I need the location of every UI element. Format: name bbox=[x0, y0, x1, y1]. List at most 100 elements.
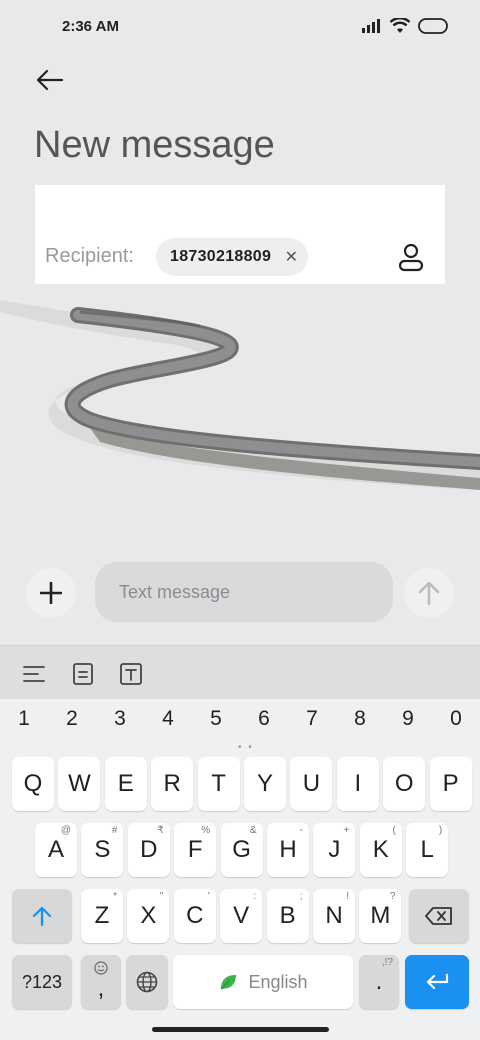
key-q-label: Q bbox=[23, 770, 43, 797]
key-p-label: P bbox=[442, 770, 459, 797]
key-z[interactable]: * Z bbox=[81, 889, 123, 943]
number-key-9[interactable]: 9 bbox=[384, 707, 432, 731]
number-key-0[interactable]: 0 bbox=[432, 707, 480, 731]
key-j-label: J bbox=[328, 836, 341, 863]
text-format-icon[interactable] bbox=[119, 662, 143, 686]
key-u-label: U bbox=[302, 770, 321, 797]
page-indicator-dots: • • bbox=[238, 742, 254, 753]
shift-arrow-icon bbox=[32, 906, 52, 927]
key-j-sup: + bbox=[343, 825, 350, 836]
key-r[interactable]: R bbox=[151, 757, 194, 811]
key-v-sup: : bbox=[253, 891, 257, 902]
home-indicator[interactable] bbox=[152, 1027, 329, 1032]
chip-close-icon[interactable]: ✕ bbox=[285, 247, 298, 267]
space-key-label: English bbox=[248, 971, 308, 992]
key-c-sup: ' bbox=[207, 891, 210, 902]
key-o[interactable]: O bbox=[383, 757, 426, 811]
key-n-label: N bbox=[325, 902, 343, 929]
key-c[interactable]: ' C bbox=[173, 889, 216, 943]
shift-key[interactable] bbox=[12, 889, 72, 943]
back-button[interactable] bbox=[30, 62, 70, 98]
language-key[interactable] bbox=[126, 955, 168, 1009]
globe-icon bbox=[136, 971, 158, 993]
page-title: New message bbox=[34, 124, 275, 166]
number-key-2[interactable]: 2 bbox=[48, 707, 96, 731]
key-b[interactable]: ; B bbox=[266, 889, 309, 943]
key-f[interactable]: % F bbox=[174, 823, 217, 877]
send-arrow-up-icon bbox=[418, 581, 440, 606]
key-y-label: Y bbox=[256, 770, 273, 797]
key-g-sup: & bbox=[249, 825, 257, 836]
key-z-label: Z bbox=[94, 902, 110, 929]
key-z-sup: * bbox=[113, 891, 117, 902]
recipient-label: Recipient: bbox=[45, 245, 134, 267]
wallpaper-road-image bbox=[0, 300, 480, 490]
text-message-placeholder: Text message bbox=[119, 582, 231, 602]
key-w[interactable]: W bbox=[58, 757, 101, 811]
key-g[interactable]: & G bbox=[220, 823, 263, 877]
key-n-sup: ! bbox=[346, 891, 349, 902]
comma-key-label: , bbox=[97, 975, 105, 1002]
comma-key[interactable]: , bbox=[81, 955, 121, 1009]
number-key-8[interactable]: 8 bbox=[336, 707, 384, 731]
text-message-input[interactable]: Text message bbox=[95, 562, 393, 622]
number-key-4[interactable]: 4 bbox=[144, 707, 192, 731]
key-e[interactable]: E bbox=[104, 757, 147, 811]
backspace-key[interactable] bbox=[409, 889, 469, 943]
add-attachment-button[interactable] bbox=[26, 568, 76, 618]
key-p[interactable]: P bbox=[429, 757, 472, 811]
enter-key[interactable] bbox=[405, 955, 469, 1009]
number-key-3[interactable]: 3 bbox=[96, 707, 144, 731]
key-c-label: C bbox=[186, 902, 204, 929]
key-a[interactable]: @ A bbox=[35, 823, 77, 877]
key-t[interactable]: T bbox=[197, 757, 240, 811]
key-x-sup: " bbox=[159, 891, 164, 902]
number-row: 1234567890 bbox=[0, 707, 480, 739]
backspace-icon bbox=[425, 907, 452, 925]
key-l[interactable]: ) L bbox=[406, 823, 449, 877]
key-v-label: V bbox=[233, 902, 250, 929]
key-d-sup: ₹ bbox=[157, 825, 164, 836]
battery-icon bbox=[418, 18, 448, 34]
plus-icon bbox=[40, 582, 62, 604]
space-key[interactable]: English bbox=[173, 955, 353, 1009]
back-arrow-icon bbox=[36, 69, 64, 91]
status-time: 2:36 AM bbox=[62, 18, 119, 35]
key-q[interactable]: Q bbox=[12, 757, 54, 811]
key-y[interactable]: Y bbox=[244, 757, 286, 811]
key-k[interactable]: (K bbox=[359, 823, 402, 877]
key-b-sup: ; bbox=[299, 891, 303, 902]
recipient-panel[interactable]: Recipient: 18730218809 ✕ bbox=[35, 185, 445, 284]
key-m-label: M bbox=[370, 902, 391, 929]
number-key-6[interactable]: 6 bbox=[240, 707, 288, 731]
key-h[interactable]: -H bbox=[267, 823, 309, 877]
key-v[interactable]: :V bbox=[220, 889, 263, 943]
key-u[interactable]: U bbox=[290, 757, 333, 811]
contact-picker-button[interactable] bbox=[395, 241, 427, 273]
send-button[interactable] bbox=[404, 568, 454, 618]
symbols-key[interactable]: ?123 bbox=[12, 955, 72, 1009]
key-j[interactable]: + J bbox=[313, 823, 356, 877]
recipient-chip[interactable]: 18730218809 ✕ bbox=[156, 238, 308, 276]
key-i[interactable]: I bbox=[336, 757, 379, 811]
menu-lines-icon[interactable] bbox=[22, 662, 46, 686]
key-m[interactable]: ? M bbox=[359, 889, 402, 943]
key-h-sup: - bbox=[299, 825, 303, 836]
keyboard-toolbar bbox=[0, 645, 480, 699]
key-h-label: H bbox=[279, 836, 297, 863]
key-t-label: T bbox=[211, 770, 226, 797]
key-l-sup: ) bbox=[438, 825, 443, 836]
signal-icon bbox=[362, 19, 380, 33]
number-key-7[interactable]: 7 bbox=[288, 707, 336, 731]
number-key-5[interactable]: 5 bbox=[192, 707, 240, 731]
key-n[interactable]: ! N bbox=[313, 889, 355, 943]
number-key-1[interactable]: 1 bbox=[0, 707, 48, 731]
key-x[interactable]: " X bbox=[127, 889, 170, 943]
period-key[interactable]: ,!? . bbox=[359, 955, 399, 1009]
key-r-label: R bbox=[163, 770, 181, 797]
key-d[interactable]: ₹ D bbox=[127, 823, 170, 877]
clipboard-icon[interactable] bbox=[71, 662, 95, 686]
key-a-label: A bbox=[47, 836, 64, 863]
key-s[interactable]: # S bbox=[81, 823, 124, 877]
key-b-label: B bbox=[279, 902, 296, 929]
